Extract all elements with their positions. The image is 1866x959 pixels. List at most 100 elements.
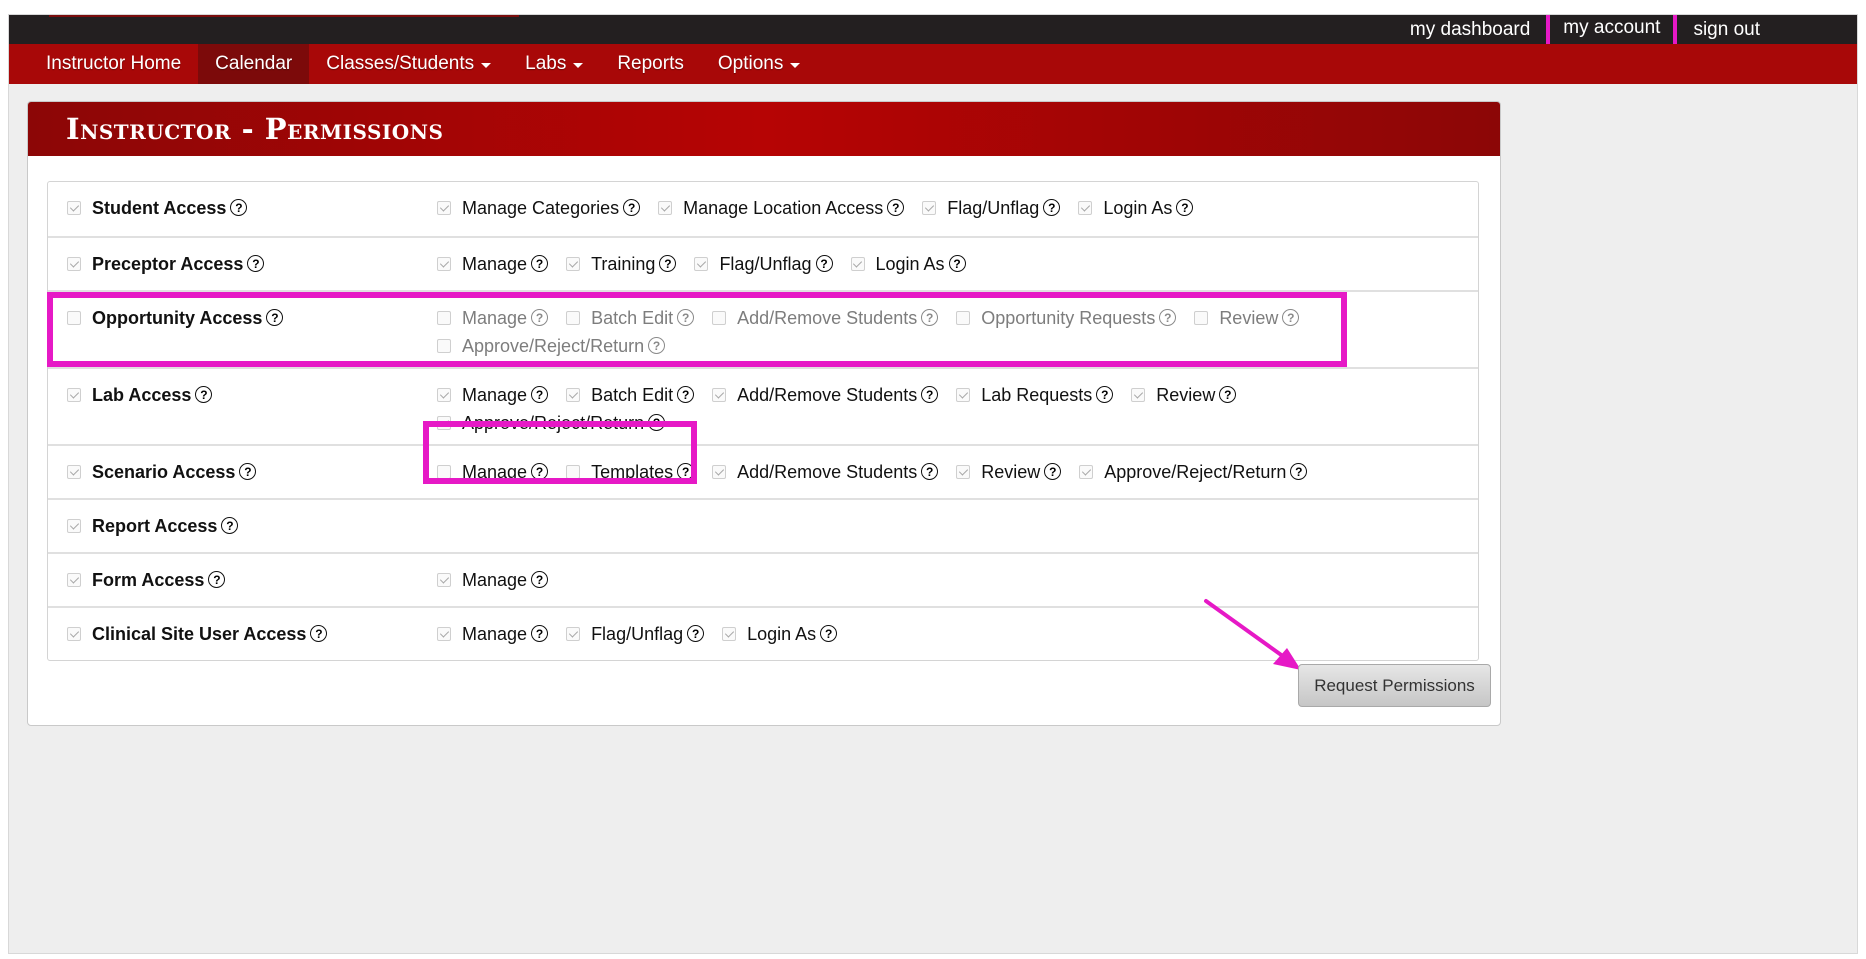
help-icon[interactable]: ? [531, 463, 549, 480]
help-icon[interactable]: ? [1044, 463, 1062, 480]
flag-unflag-checkbox[interactable] [694, 257, 709, 271]
permission-options: Manage? Training? Flag/Unflag? Login As? [437, 238, 1478, 290]
help-icon[interactable]: ? [820, 625, 838, 642]
templates-checkbox[interactable] [566, 465, 581, 479]
help-icon[interactable]: ? [531, 309, 549, 326]
help-icon[interactable]: ? [310, 625, 328, 642]
preceptor-access-checkbox[interactable] [67, 257, 81, 271]
help-icon[interactable]: ? [239, 463, 257, 480]
option-label: Login As [1103, 198, 1173, 218]
manage-checkbox[interactable] [437, 311, 451, 325]
lab-access-checkbox[interactable] [67, 388, 81, 402]
approve-reject-return-checkbox[interactable] [437, 339, 451, 353]
help-icon[interactable]: ? [1219, 386, 1237, 403]
student-access-checkbox[interactable] [67, 201, 81, 215]
help-icon[interactable]: ? [230, 199, 248, 216]
permission-label: Student Access [92, 198, 227, 218]
form-access-checkbox[interactable] [67, 573, 81, 587]
help-icon[interactable]: ? [531, 625, 549, 642]
help-icon[interactable]: ? [1176, 199, 1194, 216]
approve-reject-return-checkbox[interactable] [1079, 465, 1094, 479]
option-opportunity-requests: Opportunity Requests? [956, 307, 1177, 329]
manage-categories-checkbox[interactable] [437, 201, 451, 215]
help-icon[interactable]: ? [195, 386, 213, 403]
help-icon[interactable]: ? [815, 255, 833, 272]
manage-checkbox[interactable] [437, 465, 451, 479]
review-checkbox[interactable] [1194, 311, 1209, 325]
nav-calendar[interactable]: Calendar [198, 44, 310, 84]
add-remove-students-checkbox[interactable] [712, 311, 727, 325]
help-icon[interactable]: ? [921, 463, 939, 480]
help-icon[interactable]: ? [623, 199, 641, 216]
batch-edit-checkbox[interactable] [566, 311, 581, 325]
help-icon[interactable]: ? [221, 517, 239, 534]
help-icon[interactable]: ? [247, 255, 265, 272]
approve-reject-return-checkbox[interactable] [437, 416, 451, 430]
clinical-site-user-access-checkbox[interactable] [67, 627, 81, 641]
sign-out-link[interactable]: sign out [1678, 15, 1775, 44]
nav-options[interactable]: Options [701, 44, 817, 84]
opportunity-requests-checkbox[interactable] [956, 311, 971, 325]
manage-checkbox[interactable] [437, 627, 451, 641]
help-icon[interactable]: ? [531, 571, 549, 588]
help-icon[interactable]: ? [531, 386, 549, 403]
app-frame: my dashboard my account sign out Instruc… [8, 14, 1858, 954]
nav-labs[interactable]: Labs [508, 44, 600, 84]
manage-checkbox[interactable] [437, 257, 451, 271]
option-label: Add/Remove Students [737, 462, 918, 482]
help-icon[interactable]: ? [677, 463, 695, 480]
opportunity-access-checkbox[interactable] [67, 311, 81, 325]
help-icon[interactable]: ? [659, 255, 677, 272]
add-remove-students-checkbox[interactable] [712, 465, 727, 479]
option-label: Manage Location Access [683, 198, 884, 218]
help-icon[interactable]: ? [921, 309, 939, 326]
nav-classes-students[interactable]: Classes/Students [309, 44, 508, 84]
flag-unflag-checkbox[interactable] [922, 201, 937, 215]
request-permissions-button[interactable]: Request Permissions [1298, 664, 1491, 707]
review-checkbox[interactable] [956, 465, 971, 479]
nav-instructor-home[interactable]: Instructor Home [29, 44, 198, 84]
review-checkbox[interactable] [1131, 388, 1146, 402]
login-as-checkbox[interactable] [1078, 201, 1093, 215]
flag-unflag-checkbox[interactable] [566, 627, 581, 641]
training-checkbox[interactable] [566, 257, 581, 271]
manage-location-access-checkbox[interactable] [658, 201, 673, 215]
permission-main: Preceptor Access? [48, 238, 437, 290]
help-icon[interactable]: ? [266, 309, 284, 326]
help-icon[interactable]: ? [887, 199, 905, 216]
report-access-checkbox[interactable] [67, 519, 81, 533]
help-icon[interactable]: ? [677, 309, 695, 326]
permission-label: Lab Access [92, 385, 192, 405]
option-label: Manage [462, 624, 528, 644]
scenario-access-checkbox[interactable] [67, 465, 81, 479]
help-icon[interactable]: ? [677, 386, 695, 403]
nav-reports[interactable]: Reports [600, 44, 701, 84]
help-icon[interactable]: ? [1043, 199, 1061, 216]
permission-options: Manage? Flag/Unflag? Login As? [437, 608, 1478, 660]
option-label: Review [1156, 385, 1216, 405]
login-as-checkbox[interactable] [850, 257, 865, 271]
manage-checkbox[interactable] [437, 573, 451, 587]
help-icon[interactable]: ? [648, 414, 666, 431]
option-label: Manage [462, 254, 528, 274]
batch-edit-checkbox[interactable] [566, 388, 581, 402]
manage-checkbox[interactable] [437, 388, 451, 402]
help-icon[interactable]: ? [1290, 463, 1308, 480]
help-icon[interactable]: ? [531, 255, 549, 272]
help-icon[interactable]: ? [208, 571, 226, 588]
help-icon[interactable]: ? [948, 255, 966, 272]
help-icon[interactable]: ? [1282, 309, 1300, 326]
login-as-checkbox[interactable] [722, 627, 737, 641]
lab-requests-checkbox[interactable] [956, 388, 971, 402]
help-icon[interactable]: ? [648, 337, 666, 354]
help-icon[interactable]: ? [687, 625, 705, 642]
permission-options: Manage? Templates? Add/Remove Students? Rev… [437, 446, 1478, 498]
my-dashboard-link[interactable]: my dashboard [1395, 15, 1545, 44]
permission-main: Clinical Site User Access? [48, 608, 437, 660]
help-icon[interactable]: ? [1096, 386, 1114, 403]
add-remove-students-checkbox[interactable] [712, 388, 727, 402]
caret-down-icon [790, 62, 801, 68]
help-icon[interactable]: ? [921, 386, 939, 403]
help-icon[interactable]: ? [1159, 309, 1177, 326]
permission-label: Scenario Access [92, 462, 236, 482]
